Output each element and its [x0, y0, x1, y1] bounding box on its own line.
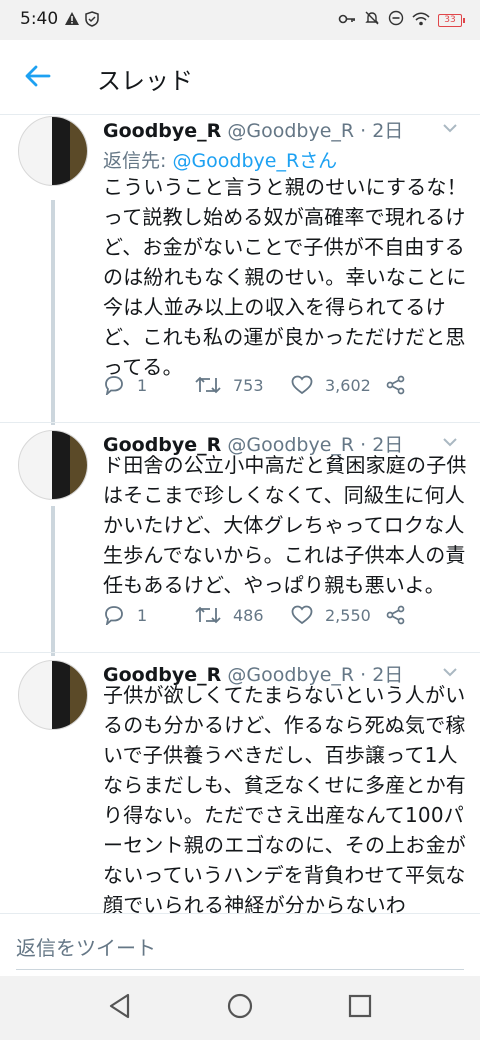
text-line: かいたけど、大体グレちゃってロクな人: [103, 513, 465, 537]
vpn-shield-icon: [84, 11, 100, 31]
reply-underline: [16, 969, 464, 970]
like-count: 2,550: [325, 605, 371, 625]
text-line: 今は人並み以上の収入を得られてるけ: [103, 295, 446, 319]
text-line: こういうこと言うと親のせいにするな！: [103, 175, 467, 199]
user-name[interactable]: Goodbye_R: [103, 120, 221, 142]
system-nav-bar: [0, 976, 480, 1040]
retweet-icon: [195, 605, 221, 625]
nav-back-button[interactable]: [102, 990, 138, 1026]
like-button[interactable]: 2,550: [291, 605, 371, 625]
chevron-down-icon[interactable]: [442, 434, 458, 450]
back-button[interactable]: [22, 62, 54, 94]
retweet-count: 486: [233, 605, 264, 625]
text-line: ーセント親のエゴなのに、その上お金が: [103, 833, 466, 857]
retweet-count: 753: [233, 375, 264, 395]
text-line: ならまだしも、貧乏なくせに多産とか有: [103, 773, 466, 797]
text-line: 子供が欲しくてたまらないという人がい: [103, 683, 466, 707]
share-button[interactable]: [386, 605, 406, 625]
share-icon: [386, 605, 406, 625]
tweet-actions: 1 753 3,602: [103, 375, 443, 401]
retweet-button[interactable]: 486: [195, 605, 264, 625]
status-time: 5:40: [20, 9, 59, 29]
avatar[interactable]: [18, 430, 88, 500]
tweet-text: 子供が欲しくてたまらないという人がい るのも分かるけど、作るなら死ぬ気で稼 いで…: [103, 680, 468, 920]
share-icon: [386, 375, 406, 395]
key-icon: [338, 11, 356, 30]
tweet[interactable]: Goodbye_R @Goodbye_R · 2日 返信先: @Goodbye_…: [0, 116, 480, 426]
text-line: ないっていうハンデを背負わせて平気な: [103, 863, 466, 887]
text-line: ド田舎の公立小中高だと貧困家庭の子供: [103, 453, 467, 477]
text-line: ど、お金がないことで子供が不自由する: [103, 235, 465, 259]
nav-recents-button[interactable]: [342, 990, 378, 1026]
reply-to: 返信先: @Goodbye_Rさん: [103, 146, 337, 173]
nav-home-button[interactable]: [222, 990, 258, 1026]
alert-icon: [64, 11, 80, 31]
tweet-text: こういうこと言うと親のせいにするな！ って説教し始める奴が高確率で現れるけ ど、…: [103, 172, 468, 382]
text-line: って説教し始める奴が高確率で現れるけ: [103, 205, 466, 229]
share-button[interactable]: [386, 375, 406, 395]
retweet-icon: [195, 375, 221, 395]
avatar[interactable]: [18, 116, 88, 186]
retweet-button[interactable]: 753: [195, 375, 264, 395]
text-line: り得ない。ただでさえ出産なんて100パ: [103, 803, 464, 827]
tweet[interactable]: Goodbye_R @Goodbye_R · 2日 子供が欲しくてたまらないとい…: [0, 660, 480, 917]
avatar[interactable]: [18, 660, 88, 730]
text-line: のは紛れもなく親のせい。幸いなことに: [103, 265, 467, 289]
battery-icon: 33: [438, 13, 465, 27]
separator: ·: [354, 120, 373, 142]
text-line: 生歩んでないから。これは子供本人の責: [103, 543, 466, 567]
home-circle-icon: [226, 992, 254, 1024]
divider: [0, 422, 480, 423]
back-triangle-icon: [108, 993, 132, 1023]
tweet-time: 2日: [372, 120, 404, 142]
reply-button[interactable]: 1: [103, 375, 147, 395]
recents-square-icon: [348, 994, 372, 1022]
reply-input[interactable]: 返信をツイート: [16, 932, 156, 961]
do-not-disturb-icon: [388, 10, 404, 30]
tweet[interactable]: Goodbye_R @Goodbye_R · 2日 ド田舎の公立小中高だと貧困家…: [0, 430, 480, 650]
reply-composer: 返信をツイート: [0, 913, 480, 975]
text-line: るのも分かるけど、作るなら死ぬ気で稼: [103, 713, 466, 737]
reply-count: 1: [137, 375, 148, 395]
arrow-left-icon: [25, 65, 51, 91]
reply-button[interactable]: 1: [103, 605, 147, 625]
text-line: はそこまで珍しくなくて、同級生に何人: [103, 483, 465, 507]
tweet-text: ド田舎の公立小中高だと貧困家庭の子供 はそこまで珍しくなくて、同級生に何人 かい…: [103, 450, 468, 600]
reply-count: 1: [137, 605, 148, 625]
text-line: 任もあるけど、やっぱり親も悪いよ。: [103, 573, 445, 597]
chevron-down-icon[interactable]: [442, 120, 458, 136]
tweet-header: Goodbye_R @Goodbye_R · 2日: [103, 116, 403, 143]
reply-icon: [103, 605, 125, 625]
tweet-actions: 1 486 2,550: [103, 605, 443, 631]
page-title: スレッド: [97, 67, 193, 95]
reply-icon: [103, 375, 125, 395]
divider: [0, 652, 480, 653]
user-handle[interactable]: @Goodbye_R: [227, 120, 354, 142]
reply-to-user-link[interactable]: @Goodbye_Rさん: [172, 150, 337, 172]
status-bar: 5:40 33: [0, 0, 480, 40]
wifi-icon: [412, 11, 430, 30]
like-button[interactable]: 3,602: [291, 375, 371, 395]
reply-to-label: 返信先:: [103, 150, 173, 172]
heart-icon: [291, 605, 313, 625]
text-line: ど、これも私の運が良かっただけだと思: [103, 325, 466, 349]
like-count: 3,602: [325, 375, 371, 395]
mute-icon: [364, 10, 380, 30]
heart-icon: [291, 375, 313, 395]
chevron-down-icon[interactable]: [442, 664, 458, 680]
app-header: スレッド: [0, 40, 480, 115]
text-line: いで子供養うべきだし、百歩譲って1人: [103, 743, 458, 767]
